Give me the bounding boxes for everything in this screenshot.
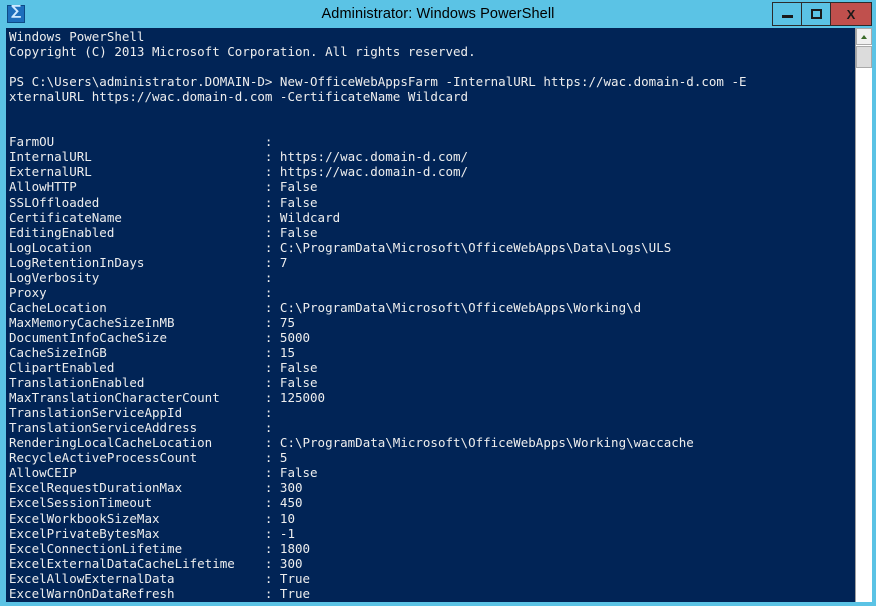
console-surface[interactable]: Windows PowerShell Copyright (C) 2013 Mi… [6, 28, 872, 602]
maximize-icon [810, 9, 822, 19]
window-title: Administrator: Windows PowerShell [321, 6, 555, 22]
window-controls: X [772, 2, 872, 26]
console-scrollbar[interactable] [855, 28, 872, 602]
scroll-up-arrow-icon[interactable] [856, 28, 872, 45]
console-output: Windows PowerShell Copyright (C) 2013 Mi… [9, 29, 747, 602]
title-bar[interactable]: Administrator: Windows PowerShell X [0, 0, 876, 28]
scroll-thumb[interactable] [856, 46, 872, 68]
maximize-button[interactable] [801, 2, 831, 26]
powershell-window: Administrator: Windows PowerShell X Wind… [0, 0, 876, 606]
minimize-icon [781, 15, 793, 18]
powershell-icon[interactable] [7, 3, 25, 23]
close-button[interactable]: X [830, 2, 872, 26]
console-container: Windows PowerShell Copyright (C) 2013 Mi… [0, 28, 876, 606]
minimize-button[interactable] [772, 2, 802, 26]
